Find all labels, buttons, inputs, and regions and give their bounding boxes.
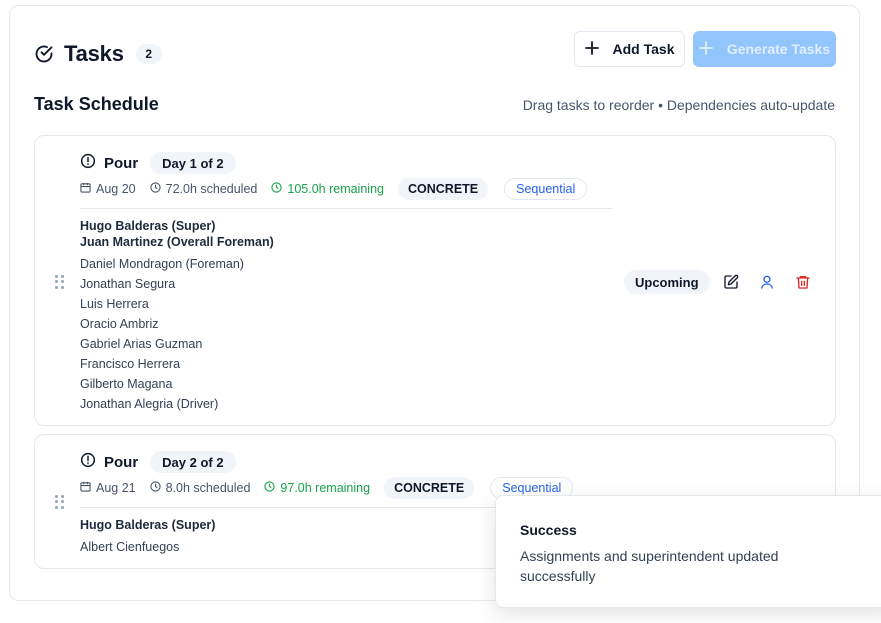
clock-icon: [271, 182, 283, 196]
generate-tasks-button[interactable]: Generate Tasks: [693, 31, 836, 67]
crew-member: Luis Herrera: [80, 297, 149, 311]
day-badge: Day 1 of 2: [150, 152, 236, 174]
task-header: Pour Day 1 of 2: [80, 152, 236, 174]
add-task-label: Add Task: [612, 41, 675, 57]
crew-list: Hugo Balderas (Super) Juan Martinez (Ove…: [80, 218, 274, 414]
crew-lead: Juan Martinez (Overall Foreman): [80, 235, 274, 249]
crew-member: Francisco Herrera: [80, 357, 181, 371]
crew-lead: Hugo Balderas (Super): [80, 219, 216, 233]
task-name: Pour: [104, 154, 139, 172]
clock-icon: [149, 182, 161, 196]
task-scheduled: 72.0h scheduled: [149, 182, 257, 196]
task-remaining: 97.0h remaining: [264, 481, 370, 495]
plus-icon: [698, 40, 713, 58]
drag-handle-icon[interactable]: [55, 275, 65, 289]
toast-message: Assignments and superintendent updated s…: [520, 548, 779, 584]
task-date: Aug 20: [80, 182, 136, 196]
toast-title: Success: [520, 522, 577, 538]
circle-check-icon: [34, 44, 54, 64]
task-header: Pour Day 2 of 2: [80, 451, 236, 473]
crew-member: Jonathan Alegria (Driver): [80, 397, 219, 411]
category-badge: CONCRETE: [397, 178, 489, 200]
task-count-badge: 2: [135, 44, 162, 64]
category-badge: CONCRETE: [384, 477, 475, 499]
task-date: Aug 21: [80, 481, 136, 495]
crew-member: Daniel Mondragon (Foreman): [80, 257, 244, 271]
crew-member: Oracio Ambriz: [80, 317, 159, 331]
generate-tasks-label: Generate Tasks: [726, 41, 831, 57]
mode-badge: Sequential: [504, 178, 588, 200]
divider: [80, 208, 612, 209]
plus-icon: [584, 40, 599, 58]
crew-list: Hugo Balderas (Super) Albert Cienfuegos: [80, 517, 215, 557]
task-card[interactable]: Pour Day 1 of 2 Aug 20 72.0h scheduled 1…: [34, 135, 836, 426]
task-meta: Aug 20 72.0h scheduled 105.0h remaining …: [80, 178, 588, 200]
calendar-icon: [80, 481, 91, 495]
section-title: Task Schedule: [34, 94, 159, 114]
crew-member: Albert Cienfuegos: [80, 540, 180, 554]
edit-icon[interactable]: [723, 274, 739, 295]
alert-circle-icon: [80, 153, 96, 174]
clock-icon: [264, 481, 276, 495]
crew-member: Gilberto Magana: [80, 377, 173, 391]
drag-handle-icon[interactable]: [55, 495, 65, 509]
tasks-header: Tasks 2: [34, 36, 162, 72]
task-name: Pour: [104, 453, 139, 471]
task-scheduled: 8.0h scheduled: [149, 481, 250, 495]
crew-member: Jonathan Segura: [80, 277, 176, 291]
user-icon[interactable]: [759, 274, 775, 295]
task-remaining: 105.0h remaining: [271, 182, 384, 196]
crew-lead: Hugo Balderas (Super): [80, 518, 216, 532]
trash-icon[interactable]: [795, 274, 811, 295]
page-title: Tasks: [64, 41, 124, 66]
section-hint: Drag tasks to reorder • Dependencies aut…: [522, 97, 835, 113]
task-actions: [723, 274, 811, 295]
crew-member: Gabriel Arias Guzman: [80, 337, 203, 351]
calendar-icon: [80, 182, 91, 196]
day-badge: Day 2 of 2: [150, 451, 236, 473]
success-toast[interactable]: Success Assignments and superintendent u…: [495, 495, 881, 608]
status-badge: Upcoming: [624, 270, 710, 294]
add-task-button[interactable]: Add Task: [574, 31, 685, 67]
clock-icon: [149, 481, 161, 495]
alert-circle-icon: [80, 452, 96, 473]
